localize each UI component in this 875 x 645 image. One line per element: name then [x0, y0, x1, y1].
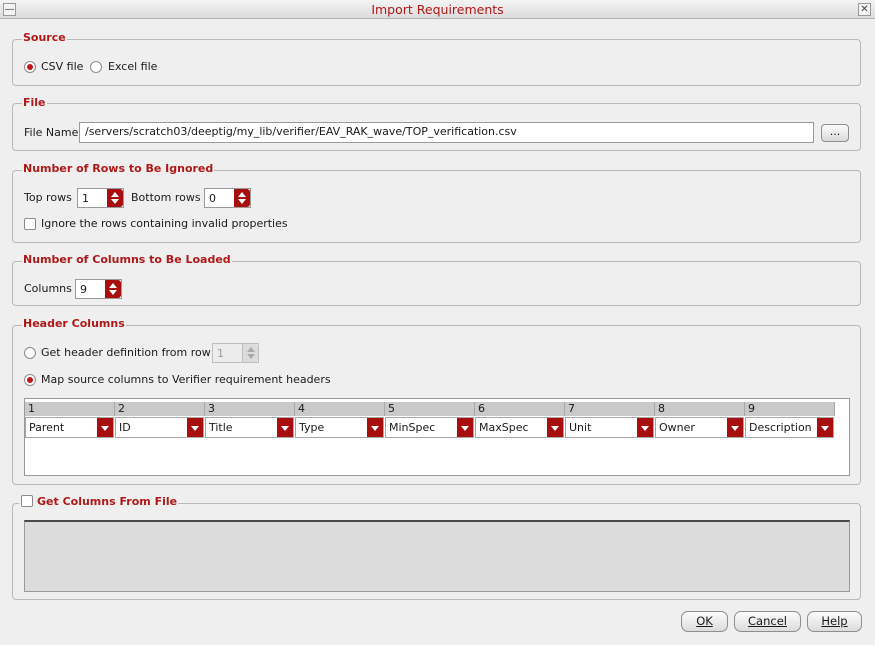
up-arrow-icon[interactable] [111, 192, 119, 197]
get-columns-group-label: Get Columns From File [19, 495, 179, 508]
column-header-value: MinSpec [389, 421, 436, 434]
column-header-select[interactable]: MaxSpec [475, 417, 564, 438]
down-arrow-icon [247, 354, 255, 359]
up-arrow-icon [247, 347, 255, 352]
column-header-value: MaxSpec [479, 421, 529, 434]
top-rows-spinbox[interactable]: 1 [77, 188, 124, 208]
column-header-select[interactable]: MinSpec [385, 417, 474, 438]
header-row-stepper [242, 344, 258, 362]
column-header-value: Unit [569, 421, 592, 434]
column-header-select[interactable]: Type [295, 417, 384, 438]
header-from-row-radio[interactable] [24, 347, 36, 359]
chevron-down-icon[interactable] [367, 418, 383, 437]
column-header-value: Type [299, 421, 325, 434]
file-columns-list [24, 520, 850, 592]
column-header-select[interactable]: Title [205, 417, 294, 438]
get-columns-label[interactable]: Get Columns From File [37, 495, 177, 508]
ignore-invalid-label[interactable]: Ignore the rows containing invalid prope… [41, 217, 288, 230]
column-header-value: ID [119, 421, 131, 434]
top-rows-stepper[interactable] [107, 189, 123, 207]
chevron-down-icon[interactable] [457, 418, 473, 437]
chevron-down-icon[interactable] [187, 418, 203, 437]
top-rows-value: 1 [82, 192, 89, 205]
bottom-rows-stepper[interactable] [234, 189, 250, 207]
down-arrow-icon[interactable] [109, 290, 117, 295]
bottom-rows-value: 0 [209, 192, 216, 205]
columns-loaded-group [12, 261, 861, 306]
up-arrow-icon[interactable] [109, 283, 117, 288]
chevron-down-icon[interactable] [97, 418, 113, 437]
rows-ignored-group [12, 170, 861, 243]
bottom-rows-spinbox[interactable]: 0 [204, 188, 251, 208]
chevron-down-icon[interactable] [727, 418, 743, 437]
column-header-value: Title [209, 421, 233, 434]
column-header-select[interactable]: Owner [655, 417, 744, 438]
down-arrow-icon[interactable] [238, 199, 246, 204]
csv-file-label[interactable]: CSV file [41, 60, 83, 73]
excel-file-label[interactable]: Excel file [108, 60, 157, 73]
down-arrow-icon[interactable] [111, 199, 119, 204]
close-icon[interactable]: ✕ [858, 3, 871, 16]
file-name-label: File Name [24, 126, 79, 139]
chevron-down-icon[interactable] [277, 418, 293, 437]
top-rows-label: Top rows [24, 191, 72, 204]
browse-button[interactable]: ... [821, 124, 849, 142]
columns-label: Columns [24, 282, 72, 295]
file-group-label: File [22, 96, 47, 109]
column-header-select[interactable]: Parent [25, 417, 114, 438]
column-header: 6 [475, 402, 565, 416]
column-header-select[interactable]: Unit [565, 417, 654, 438]
get-columns-checkbox[interactable] [21, 495, 33, 507]
source-group-label: Source [22, 31, 67, 44]
header-from-row-label[interactable]: Get header definition from row [41, 346, 211, 359]
columns-spinbox[interactable]: 9 [75, 279, 122, 299]
column-header: 3 [205, 402, 295, 416]
header-columns-group-label: Header Columns [22, 317, 126, 330]
column-header: 1 [25, 402, 115, 416]
columns-stepper[interactable] [105, 280, 121, 298]
excel-file-radio[interactable] [90, 61, 102, 73]
column-header: 4 [295, 402, 385, 416]
chevron-down-icon[interactable] [817, 418, 833, 437]
columns-value: 9 [80, 283, 87, 296]
title-bar: — Import Requirements ✕ [0, 0, 875, 19]
columns-loaded-group-label: Number of Columns to Be Loaded [22, 253, 232, 266]
column-header-select[interactable]: Description [745, 417, 834, 438]
header-row-spinbox: 1 [212, 343, 259, 363]
chevron-down-icon[interactable] [547, 418, 563, 437]
rows-ignored-group-label: Number of Rows to Be Ignored [22, 162, 215, 175]
column-header: 5 [385, 402, 475, 416]
ignore-invalid-checkbox[interactable] [24, 218, 36, 230]
map-columns-label[interactable]: Map source columns to Verifier requireme… [41, 373, 331, 386]
column-header: 9 [745, 402, 835, 416]
column-header-value: Description [749, 421, 812, 434]
help-button[interactable]: Help [807, 611, 862, 632]
column-header: 2 [115, 402, 205, 416]
ok-button[interactable]: OK [681, 611, 728, 632]
csv-file-radio[interactable] [24, 61, 36, 73]
window-title: Import Requirements [371, 2, 504, 17]
column-header: 7 [565, 402, 655, 416]
header-row-value: 1 [217, 347, 224, 360]
column-header: 8 [655, 402, 745, 416]
file-name-field[interactable]: /servers/scratch03/deeptig/my_lib/verifi… [79, 122, 814, 143]
cancel-button[interactable]: Cancel [734, 611, 801, 632]
column-header-value: Parent [29, 421, 65, 434]
column-header-select[interactable]: ID [115, 417, 204, 438]
column-header-value: Owner [659, 421, 695, 434]
up-arrow-icon[interactable] [238, 192, 246, 197]
bottom-rows-label: Bottom rows [131, 191, 201, 204]
chevron-down-icon[interactable] [637, 418, 653, 437]
map-columns-radio[interactable] [24, 374, 36, 386]
